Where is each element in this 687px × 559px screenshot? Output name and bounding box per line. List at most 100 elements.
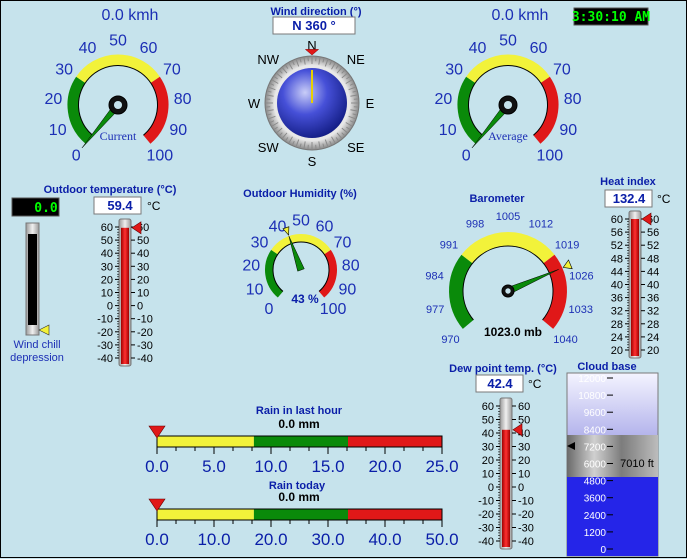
heat_index-tick-label-left: 56 bbox=[611, 227, 623, 239]
outdoor_temp-tick-label-right: -40 bbox=[137, 353, 153, 365]
wind-speed-current-gauge: 0.0 kmh Current 0102030405060708090100 bbox=[45, 7, 192, 164]
wind_average-tick-label: 40 bbox=[469, 40, 487, 57]
barometer-tick-label: 970 bbox=[441, 334, 459, 346]
heat_index-tick-label-left: 32 bbox=[611, 306, 623, 318]
outdoor_temp-tick-label-left: 60 bbox=[101, 222, 113, 234]
dew_point-tick-label-left: -10 bbox=[478, 496, 494, 508]
humidity-tick-label: 100 bbox=[320, 301, 347, 318]
heat_index-tick-label-right: 40 bbox=[647, 280, 659, 292]
outdoor_temp-tick-label-right: 20 bbox=[137, 274, 149, 286]
barometer-tick-label: 1033 bbox=[569, 304, 593, 316]
heat_index-tick-label-left: 52 bbox=[611, 240, 623, 252]
rain-hour-value: 0.0 mm bbox=[278, 417, 319, 431]
wind_average-tick-label: 20 bbox=[435, 91, 453, 108]
humidity-tick-label: 20 bbox=[242, 257, 260, 274]
wind_average-tick-label: 30 bbox=[445, 61, 463, 78]
humidity-scale-band-red bbox=[322, 252, 333, 294]
heat_index-tick-label-right: 44 bbox=[647, 266, 659, 278]
dew_point-tick-label-right: 50 bbox=[518, 415, 530, 427]
outdoor_temp-tick-label-left: -20 bbox=[97, 327, 113, 339]
heat_index-tick-label-left: 20 bbox=[611, 345, 623, 357]
wind_current-needle-hub-center bbox=[114, 101, 122, 109]
wind_average-tick-label: 50 bbox=[499, 33, 517, 50]
wind_average-tick-label: 10 bbox=[439, 122, 457, 139]
heat_index-tick-label-right: 52 bbox=[647, 240, 659, 252]
cloud-base-title: Cloud base bbox=[577, 361, 636, 373]
heat_index-mercury bbox=[631, 219, 639, 356]
compass-point-label: SE bbox=[347, 140, 365, 155]
heat_index-tick-label-right: 36 bbox=[647, 293, 659, 305]
wind-direction-compass: Wind direction (°) N 360 ° NNEESESSWWNW bbox=[248, 6, 375, 169]
wind_average-tick-label: 80 bbox=[564, 91, 582, 108]
rain_today-band-red bbox=[348, 509, 442, 520]
humidity-tick-label: 80 bbox=[342, 257, 360, 274]
barometer-needle-hub-center bbox=[505, 288, 510, 293]
humidity-tick-label: 50 bbox=[292, 213, 310, 230]
wind_current-scale-band-green bbox=[73, 80, 89, 140]
barometer-tick-label: 1019 bbox=[555, 240, 579, 252]
outdoor-humidity-gauge: Outdoor Humidity (%) 43 % 01020304050607… bbox=[242, 188, 359, 318]
rain-today-value: 0.0 mm bbox=[278, 490, 319, 504]
heat_index-tick-label-right: 20 bbox=[647, 345, 659, 357]
wind_current-tick-label: 100 bbox=[146, 147, 173, 164]
outdoor_temp-mercury bbox=[121, 228, 129, 364]
outdoor-temp-title: Outdoor temperature (°C) bbox=[44, 184, 177, 196]
barometer-value-marker bbox=[563, 260, 572, 269]
clock-time: 3:30:10 AM bbox=[572, 10, 650, 25]
wind_average-tick-label: 0 bbox=[462, 147, 471, 164]
humidity-tick-label: 90 bbox=[339, 281, 357, 298]
barometer-tick-label: 1005 bbox=[496, 211, 520, 223]
dew_point-tick-label-left: 10 bbox=[482, 469, 494, 481]
barometer-title: Barometer bbox=[469, 193, 525, 205]
rain-last-hour-panel: Rain in last hour 0.0 mm 0.05.010.015.02… bbox=[145, 405, 458, 476]
rain_hour-band-green bbox=[254, 436, 348, 447]
wind_current-tick-label: 0 bbox=[72, 147, 81, 164]
heat_index-tick-label-left: 48 bbox=[611, 253, 623, 265]
cloud-base-lower-sky bbox=[567, 477, 658, 556]
barometer-scale-band-green bbox=[456, 259, 468, 324]
heat-index-unit: °C bbox=[657, 192, 671, 206]
dew-point-unit: °C bbox=[528, 377, 542, 391]
wind-chill-depression-panel: 0.0 Wind chill depression bbox=[10, 198, 64, 364]
outdoor_temp-tick-label-right: 50 bbox=[137, 235, 149, 247]
rain_today-tick-label: 50.0 bbox=[425, 530, 458, 549]
compass-point-label: NW bbox=[257, 52, 279, 67]
cloud-base-tick-label: 8400 bbox=[584, 425, 607, 436]
dew_point-mercury bbox=[502, 430, 510, 547]
rain_today-band-green bbox=[254, 509, 348, 520]
outdoor_temp-tick-label-left: -10 bbox=[97, 314, 113, 326]
rain-hour-title: Rain in last hour bbox=[256, 405, 343, 417]
wind_current-tick-label: 30 bbox=[55, 61, 73, 78]
humidity-tick-label: 40 bbox=[269, 219, 287, 236]
outdoor_temp-tick-label-right: 40 bbox=[137, 248, 149, 260]
rain-today-panel: Rain today 0.0 mm 0.010.020.030.040.050.… bbox=[145, 480, 458, 549]
heat_index-tick-label-right: 28 bbox=[647, 319, 659, 331]
outdoor-temp-value: 59.4 bbox=[107, 198, 133, 213]
outdoor_temp-tick-label-right: 10 bbox=[137, 288, 149, 300]
wind-chill-label-2: depression bbox=[10, 352, 64, 364]
outdoor_temp-tick-label-right: 0 bbox=[137, 301, 143, 313]
cloud-base-tick-label: 10800 bbox=[578, 391, 606, 402]
wind-average-value: 0.0 kmh bbox=[492, 7, 549, 24]
outdoor_temp-tick-label-right: -20 bbox=[137, 327, 153, 339]
outdoor_temp-tick-label-left: 50 bbox=[101, 235, 113, 247]
barometer-gauge: Barometer 1023.0 mb 97097798499199810051… bbox=[425, 193, 593, 346]
wind-chill-bar bbox=[28, 234, 37, 325]
compass-point-label: E bbox=[366, 96, 375, 111]
cloud-base-tick-label: 7200 bbox=[584, 442, 607, 453]
rain_today-tick-label: 0.0 bbox=[145, 530, 169, 549]
wind_average-scale-band-green bbox=[463, 80, 479, 140]
humidity-title: Outdoor Humidity (%) bbox=[243, 188, 357, 200]
rain_hour-band-yellow bbox=[157, 436, 254, 447]
wind-current-value: 0.0 kmh bbox=[102, 7, 159, 24]
dew_point-tick-label-right: -20 bbox=[518, 509, 534, 521]
cloud-base-value: 7010 ft bbox=[620, 458, 654, 470]
wind_current-scale-band-red bbox=[147, 80, 163, 140]
wind_current-tick-label: 20 bbox=[45, 91, 63, 108]
humidity-tick-label: 30 bbox=[251, 235, 269, 252]
outdoor_temp-tick-label-left: -30 bbox=[97, 340, 113, 352]
barometer-tick-label: 1026 bbox=[569, 270, 593, 282]
cloud-base-tick-label: 0 bbox=[600, 545, 606, 556]
dew_point-tick-label-right: 10 bbox=[518, 469, 530, 481]
wind_average-tick-label: 90 bbox=[559, 122, 577, 139]
